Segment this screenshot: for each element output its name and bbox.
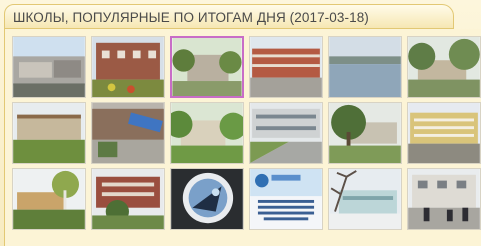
thumbnail-school-11[interactable] bbox=[328, 102, 402, 164]
school-poster-image bbox=[250, 169, 322, 229]
thumbnail-school-18[interactable] bbox=[407, 168, 481, 230]
school-emblem-image bbox=[171, 169, 243, 229]
thumbnail-school-poster[interactable] bbox=[249, 168, 323, 230]
thumbnail-school-13[interactable] bbox=[12, 168, 86, 230]
popular-schools-widget: ШКОЛЫ, ПОПУЛЯРНЫЕ ПО ИТОГАМ ДНЯ (2017-03… bbox=[0, 0, 481, 246]
school-photo bbox=[13, 37, 85, 97]
school-photo bbox=[408, 103, 480, 163]
thumbnail-school-2[interactable] bbox=[91, 36, 165, 98]
thumbnail-school-4[interactable] bbox=[249, 36, 323, 98]
thumbnail-school-9[interactable] bbox=[170, 102, 244, 164]
widget-title: ШКОЛЫ, ПОПУЛЯРНЫЕ ПО ИТОГАМ ДНЯ (2017-03… bbox=[13, 10, 369, 25]
school-photo bbox=[13, 169, 85, 229]
school-photo bbox=[329, 103, 401, 163]
school-photo bbox=[250, 37, 322, 97]
school-photo bbox=[92, 169, 164, 229]
school-photo bbox=[329, 169, 401, 229]
lake-photo bbox=[329, 37, 401, 97]
thumbnail-school-12[interactable] bbox=[407, 102, 481, 164]
school-photo bbox=[172, 38, 242, 96]
thumbnail-school-8[interactable] bbox=[91, 102, 165, 164]
thumbnail-school-emblem[interactable] bbox=[170, 168, 244, 230]
thumbnail-school-10[interactable] bbox=[249, 102, 323, 164]
thumbnail-school-3[interactable] bbox=[170, 36, 244, 98]
school-photo bbox=[171, 103, 243, 163]
thumbnail-school-7[interactable] bbox=[12, 102, 86, 164]
widget-header: ШКОЛЫ, ПОПУЛЯРНЫЕ ПО ИТОГАМ ДНЯ (2017-03… bbox=[4, 4, 454, 29]
thumbnail-school-1[interactable] bbox=[12, 36, 86, 98]
thumbnail-school-6[interactable] bbox=[407, 36, 481, 98]
thumbnail-school-14[interactable] bbox=[91, 168, 165, 230]
school-photo bbox=[250, 103, 322, 163]
school-photo bbox=[92, 103, 164, 163]
school-photo bbox=[13, 103, 85, 163]
school-photo bbox=[408, 37, 480, 97]
thumbnail-lake[interactable] bbox=[328, 36, 402, 98]
school-photo bbox=[408, 169, 480, 229]
school-photo bbox=[92, 37, 164, 97]
thumbnail-grid bbox=[4, 29, 481, 246]
thumbnail-school-17[interactable] bbox=[328, 168, 402, 230]
